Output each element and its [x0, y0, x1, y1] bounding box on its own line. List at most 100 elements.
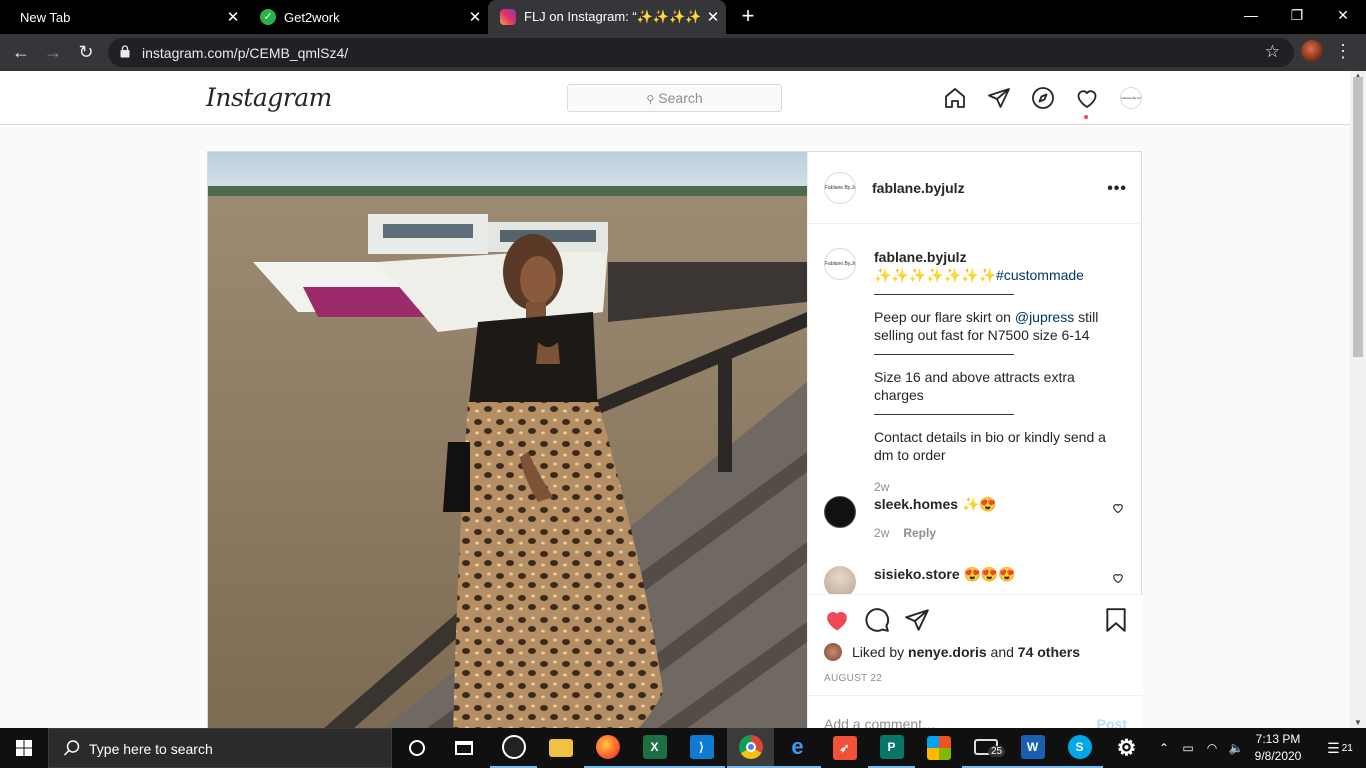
post-date[interactable]: AUGUST 22: [824, 673, 882, 684]
post-photo[interactable]: [208, 152, 807, 742]
word-icon[interactable]: W: [1009, 728, 1056, 768]
bookmark-star-icon[interactable]: ☆: [1265, 42, 1280, 62]
excel-icon[interactable]: X: [631, 728, 678, 768]
browser-toolbar: ← → ↻ instagram.com/p/CEMB_qmlSz4/ ☆ ⋮: [0, 34, 1366, 71]
share-direct-icon[interactable]: [904, 607, 930, 633]
notification-count: 21: [1341, 742, 1353, 754]
browser-profile-avatar[interactable]: [1301, 40, 1323, 62]
reload-icon[interactable]: ↻: [73, 40, 99, 66]
skype-icon[interactable]: S: [1056, 728, 1103, 768]
task-view-icon[interactable]: [440, 728, 487, 768]
url-text: instagram.com/p/CEMB_qmlSz4/: [142, 45, 349, 61]
liked-by-and: and: [990, 644, 1014, 660]
browser-tab-strip: New Tab ✕ ✓ Get2work ✕ FLJ on Instagram:…: [0, 0, 1366, 34]
more-options-icon[interactable]: •••: [1107, 180, 1127, 198]
save-bookmark-icon[interactable]: [1103, 607, 1129, 633]
hashtag-link[interactable]: #custommade: [996, 267, 1084, 283]
notification-dot: [1084, 115, 1088, 119]
comment-meta: 2w Reply: [874, 526, 936, 540]
like-heart-icon[interactable]: [824, 607, 850, 633]
file-explorer-icon[interactable]: [537, 728, 584, 768]
publisher-icon[interactable]: P: [868, 728, 915, 768]
close-tab-icon[interactable]: ✕: [700, 8, 726, 26]
wifi-icon[interactable]: ◠: [1202, 728, 1222, 768]
forward-arrow-icon[interactable]: →: [40, 40, 66, 66]
explore-compass-icon[interactable]: [1031, 86, 1055, 110]
comment-time[interactable]: 2w: [874, 526, 889, 540]
microsoft-store-icon[interactable]: [915, 728, 962, 768]
firefox-icon[interactable]: [584, 728, 631, 768]
author-username[interactable]: fablane.byjulz: [872, 180, 965, 196]
page-scrollbar[interactable]: ▲ ▼: [1350, 71, 1366, 728]
browser-menu-icon[interactable]: ⋮: [1334, 40, 1352, 62]
comment-item: sleek.homes ✨😍 2w Reply: [824, 496, 1124, 544]
post-header: Fablane.By.Julz fablane.byjulz •••: [808, 152, 1143, 224]
minimize-button[interactable]: —: [1228, 0, 1274, 32]
instagram-favicon-icon: [500, 9, 516, 25]
like-comment-heart-icon[interactable]: [1112, 502, 1124, 514]
comment-text: ✨😍: [961, 496, 997, 512]
direct-message-icon[interactable]: [987, 86, 1011, 110]
clock-date: 9/8/2020: [1254, 749, 1302, 763]
like-comment-heart-icon[interactable]: [1112, 572, 1124, 584]
commenter-username[interactable]: sleek.homes: [874, 496, 958, 512]
address-bar[interactable]: instagram.com/p/CEMB_qmlSz4/ ☆: [108, 38, 1294, 67]
mention-link[interactable]: @jupress: [1015, 309, 1074, 325]
close-window-button[interactable]: ✕: [1320, 0, 1366, 32]
taskbar-search-input[interactable]: Type here to search: [48, 728, 392, 768]
obs-icon[interactable]: [490, 728, 537, 768]
chrome-icon[interactable]: [727, 728, 774, 768]
swift-icon[interactable]: ➶: [821, 728, 868, 768]
scrollbar-thumb[interactable]: [1353, 77, 1363, 357]
check-icon: ✓: [260, 9, 276, 25]
search-placeholder: Search: [658, 90, 703, 106]
volume-icon[interactable]: 🔈: [1226, 728, 1246, 768]
liker-username[interactable]: nenye.doris: [908, 644, 987, 660]
taskbar-clock[interactable]: 7:13 PM 9/8/2020: [1248, 731, 1308, 765]
settings-gear-icon[interactable]: ⚙: [1103, 728, 1150, 768]
windows-start-icon[interactable]: [0, 728, 48, 768]
new-tab-button[interactable]: +: [738, 5, 758, 27]
maximize-button[interactable]: ❐: [1274, 0, 1320, 32]
comment-bubble-icon[interactable]: [864, 607, 890, 633]
liked-by-prefix: Liked by: [852, 644, 905, 660]
back-arrow-icon[interactable]: ←: [8, 40, 34, 66]
search-input[interactable]: ⚲ Search: [567, 84, 782, 112]
activity-heart-icon[interactable]: [1075, 86, 1099, 110]
edge-icon[interactable]: e: [774, 728, 821, 768]
caption-text: Peep our flare skirt on: [874, 309, 1015, 325]
commenter-avatar[interactable]: [824, 566, 856, 594]
mail-badge: 25: [988, 746, 1006, 757]
comment-body: sisieko.store 😍😍😍: [874, 566, 1094, 583]
action-center-icon[interactable]: ☰ 21: [1320, 728, 1360, 768]
tab-title: FLJ on Instagram: “✨✨✨✨✨✨✨: [524, 9, 700, 24]
likes-others-link[interactable]: 74 others: [1018, 644, 1080, 660]
battery-icon[interactable]: ▭: [1178, 728, 1198, 768]
close-tab-icon[interactable]: ✕: [462, 8, 488, 26]
caption-username[interactable]: fablane.byjulz: [874, 249, 967, 265]
profile-avatar[interactable]: Fablane.By.Julz: [1120, 87, 1142, 109]
reply-button[interactable]: Reply: [903, 526, 936, 540]
mail-icon[interactable]: 25: [962, 728, 1009, 768]
tray-overflow-icon[interactable]: ⌃: [1154, 728, 1174, 768]
liker-avatar[interactable]: [824, 643, 842, 661]
caption-time[interactable]: 2w: [874, 478, 1124, 496]
caption-line-1: Peep our flare skirt on @jupress still s…: [874, 308, 1124, 344]
instagram-post: Fablane.By.Julz fablane.byjulz ••• Fabla…: [207, 151, 1143, 742]
instagram-logo[interactable]: Instagram: [206, 83, 332, 112]
caption-avatar[interactable]: Fablane.By.Julz: [824, 248, 856, 280]
commenter-avatar[interactable]: [824, 496, 856, 528]
close-tab-icon[interactable]: ✕: [220, 8, 246, 26]
vscode-icon[interactable]: ⟩: [678, 728, 725, 768]
tab-get2work[interactable]: ✓ Get2work ✕: [246, 0, 488, 34]
tab-new-tab[interactable]: New Tab ✕: [0, 0, 246, 34]
tab-instagram[interactable]: FLJ on Instagram: “✨✨✨✨✨✨✨ ✕: [488, 0, 726, 34]
tab-title: Get2work: [284, 9, 340, 25]
commenter-username[interactable]: sisieko.store: [874, 566, 960, 582]
taskbar-search-placeholder: Type here to search: [89, 741, 213, 757]
author-avatar[interactable]: Fablane.By.Julz: [824, 172, 856, 204]
comment-item: sisieko.store 😍😍😍: [824, 566, 1124, 594]
scroll-down-icon[interactable]: ▼: [1354, 718, 1362, 727]
cortana-icon[interactable]: [393, 728, 440, 768]
home-icon[interactable]: [943, 86, 967, 110]
